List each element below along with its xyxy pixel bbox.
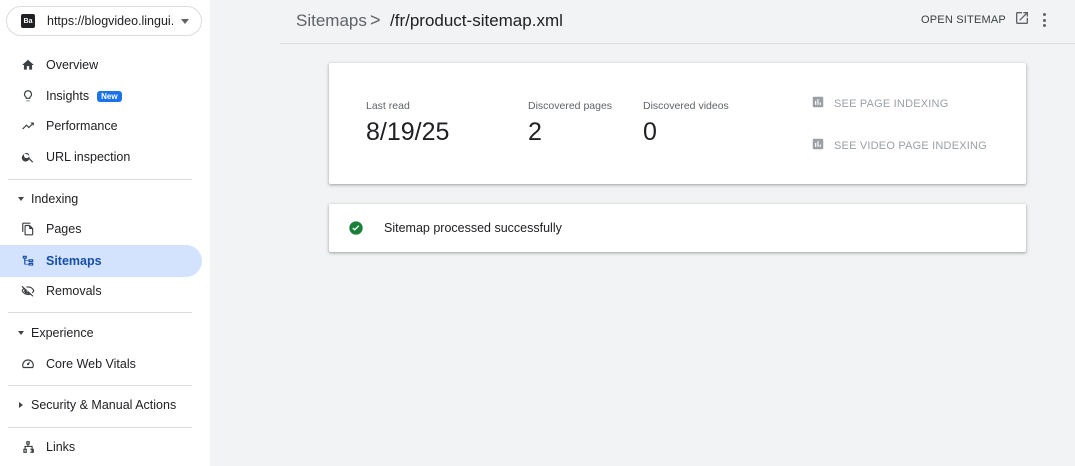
- see-page-indexing-label: SEE PAGE INDEXING: [834, 97, 949, 110]
- app-root: Ba https://blogvideo.lingui... Overview …: [0, 0, 1075, 466]
- property-selector[interactable]: Ba https://blogvideo.lingui...: [6, 6, 202, 36]
- links-icon: [20, 439, 36, 455]
- see-video-page-indexing-label: SEE VIDEO PAGE INDEXING: [834, 139, 987, 152]
- page-title: /fr/product-sitemap.xml: [390, 11, 563, 30]
- stat-label: Last read: [366, 100, 410, 112]
- open-in-new-icon: [1014, 10, 1030, 29]
- visibility-off-icon: [20, 283, 36, 299]
- sidebar-item-label: Removals: [46, 284, 102, 298]
- stat-value: 0: [643, 118, 657, 146]
- sidebar-item-label: Core Web Vitals: [46, 357, 136, 371]
- check-circle-icon: [348, 220, 364, 236]
- expand-triangle-icon: [16, 331, 26, 335]
- status-message: Sitemap processed successfully: [384, 221, 562, 235]
- sidebar-item-label: Pages: [46, 222, 82, 236]
- see-video-page-indexing-link[interactable]: SEE VIDEO PAGE INDEXING: [811, 137, 987, 154]
- stat-value: 2: [528, 118, 542, 146]
- sitemap-icon: [20, 253, 36, 269]
- section-label: Security & Manual Actions: [31, 398, 177, 412]
- sidebar-item-performance[interactable]: Performance: [0, 110, 202, 142]
- sidebar-item-label: Performance: [46, 119, 118, 133]
- stat-discovered-pages: Discovered pages 2: [528, 100, 612, 147]
- bar-chart-icon: [811, 95, 825, 112]
- section-label: Experience: [31, 326, 94, 340]
- stat-last-read: Last read 8/19/25: [366, 100, 449, 147]
- sidebar-divider: [8, 312, 192, 313]
- open-sitemap-button[interactable]: OPEN SITEMAP: [921, 10, 1030, 29]
- see-page-indexing-link[interactable]: SEE PAGE INDEXING: [811, 95, 948, 112]
- breadcrumb-separator: >: [370, 10, 381, 30]
- sidebar: Ba https://blogvideo.lingui... Overview …: [0, 0, 210, 466]
- speed-gauge-icon: [20, 356, 36, 372]
- property-url: https://blogvideo.lingui...: [47, 14, 173, 28]
- sidebar-item-sitemaps[interactable]: Sitemaps: [0, 245, 202, 277]
- sidebar-item-removals[interactable]: Removals: [0, 275, 202, 307]
- sidebar-item-label: Links: [46, 440, 76, 454]
- sidebar-item-core-web-vitals[interactable]: Core Web Vitals: [0, 348, 202, 380]
- section-toggle-indexing[interactable]: Indexing: [0, 184, 202, 214]
- sidebar-item-url-inspection[interactable]: URL inspection: [0, 141, 202, 173]
- trending-up-icon: [20, 118, 36, 134]
- open-sitemap-label: OPEN SITEMAP: [921, 13, 1006, 26]
- sidebar-item-label: Insights: [46, 89, 90, 103]
- collapse-triangle-icon: [16, 402, 26, 408]
- expand-triangle-icon: [16, 197, 26, 201]
- stat-value: 8/19/25: [366, 118, 450, 146]
- breadcrumb-sitemaps[interactable]: Sitemaps: [296, 11, 367, 31]
- sidebar-item-label: Overview: [46, 58, 99, 72]
- stat-label: Discovered pages: [528, 100, 613, 112]
- sidebar-item-overview[interactable]: Overview: [0, 49, 202, 81]
- sidebar-divider: [8, 427, 192, 428]
- sitemap-status-card: Sitemap processed successfully: [329, 204, 1026, 252]
- sidebar-item-pages[interactable]: Pages: [0, 213, 202, 245]
- stat-discovered-videos: Discovered videos 0: [643, 100, 729, 147]
- page-header: Sitemaps > /fr/product-sitemap.xml OPEN …: [280, 0, 1075, 44]
- sidebar-item-label: Sitemaps: [46, 254, 102, 268]
- new-badge: New: [97, 90, 122, 102]
- sitemap-stats-card: Last read 8/19/25 Discovered pages 2 Dis…: [329, 63, 1026, 184]
- chevron-down-icon: [181, 18, 189, 24]
- lightbulb-icon: [20, 88, 36, 104]
- sidebar-item-links[interactable]: Links: [0, 431, 202, 463]
- stat-label: Discovered videos: [643, 100, 729, 112]
- more-vert-icon[interactable]: [1038, 10, 1050, 30]
- section-toggle-experience[interactable]: Experience: [0, 318, 202, 348]
- sidebar-divider: [8, 179, 192, 180]
- home-icon: [20, 57, 36, 73]
- search-icon: [20, 149, 36, 165]
- pages-icon: [20, 221, 36, 237]
- section-toggle-security[interactable]: Security & Manual Actions: [0, 390, 202, 420]
- property-favicon: Ba: [21, 14, 35, 28]
- section-label: Indexing: [31, 192, 79, 206]
- sidebar-item-insights[interactable]: Insights New: [0, 80, 202, 112]
- bar-chart-icon: [811, 137, 825, 154]
- sidebar-item-label: URL inspection: [46, 150, 131, 164]
- sidebar-divider: [8, 385, 192, 386]
